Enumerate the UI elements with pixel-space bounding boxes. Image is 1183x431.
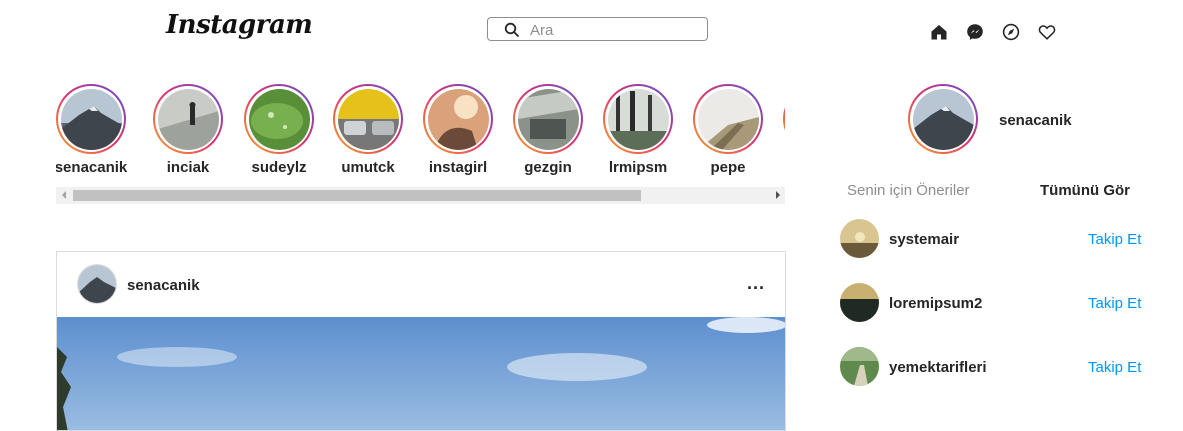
story-avatar xyxy=(517,88,579,150)
story-username: senacanik xyxy=(56,159,128,176)
post-header: senacanik ... xyxy=(57,252,785,317)
top-nav xyxy=(930,23,1056,41)
story-item[interactable]: gezgin xyxy=(503,84,593,176)
story-item-partial[interactable] xyxy=(773,84,785,154)
story-avatar xyxy=(337,88,399,150)
story-avatar xyxy=(60,88,122,150)
story-item[interactable]: umutck xyxy=(323,84,413,176)
story-avatar xyxy=(248,88,310,150)
current-user-avatar[interactable] xyxy=(908,84,978,154)
story-avatar xyxy=(427,88,489,150)
suggestions-title: Senin için Öneriler xyxy=(847,182,970,199)
story-username: gezgin xyxy=(524,159,572,176)
suggestion-avatar[interactable] xyxy=(840,283,879,322)
post-username[interactable]: senacanik xyxy=(127,277,200,294)
search-icon xyxy=(504,22,520,43)
see-all-link[interactable]: Tümünü Gör xyxy=(1040,182,1130,199)
scroll-left-arrow-icon[interactable] xyxy=(62,191,66,199)
story-username: umutck xyxy=(341,159,395,176)
suggestion-username[interactable]: yemektarifleri xyxy=(889,359,987,376)
post-image[interactable] xyxy=(57,317,785,430)
follow-button[interactable]: Takip Et xyxy=(1088,231,1141,248)
story-item[interactable]: pepe xyxy=(683,84,773,176)
stories-scrollbar[interactable] xyxy=(56,187,785,204)
messenger-icon[interactable] xyxy=(966,23,984,41)
suggestion-avatar[interactable] xyxy=(840,347,879,386)
explore-compass-icon[interactable] xyxy=(1002,23,1020,41)
suggestion-username[interactable]: loremipsum2 xyxy=(889,295,982,312)
heart-icon[interactable] xyxy=(1038,23,1056,41)
suggestion-username[interactable]: systemair xyxy=(889,231,959,248)
story-username: lrmipsm xyxy=(608,159,668,176)
home-icon[interactable] xyxy=(930,23,948,41)
suggestion-row: systemair Takip Et xyxy=(840,219,1142,259)
scrollbar-thumb[interactable] xyxy=(73,190,641,201)
story-username: inciak xyxy=(166,159,210,176)
story-avatar xyxy=(697,88,759,150)
story-avatar xyxy=(157,88,219,150)
story-item[interactable]: sudeylz xyxy=(234,84,324,176)
suggestion-row: loremipsum2 Takip Et xyxy=(840,283,1142,323)
search-input[interactable] xyxy=(528,20,702,40)
story-username: sudeylz xyxy=(251,159,307,176)
story-item[interactable]: instagirl xyxy=(413,84,503,176)
scroll-right-arrow-icon[interactable] xyxy=(776,191,780,199)
story-username: instagirl xyxy=(428,159,488,176)
follow-button[interactable]: Takip Et xyxy=(1088,295,1141,312)
story-username: pepe xyxy=(710,159,746,176)
story-item[interactable]: senacanik xyxy=(56,84,136,176)
follow-button[interactable]: Takip Et xyxy=(1088,359,1141,376)
story-avatar xyxy=(607,88,669,150)
post-avatar[interactable] xyxy=(77,264,117,304)
suggestion-avatar[interactable] xyxy=(840,219,879,258)
search-box[interactable] xyxy=(487,17,708,41)
story-item[interactable]: lrmipsm xyxy=(593,84,683,176)
suggestion-row: yemektarifleri Takip Et xyxy=(840,347,1142,387)
story-item[interactable]: inciak xyxy=(143,84,233,176)
stories-tray: senacanik inciak sudeylz umutck instagir… xyxy=(56,84,785,204)
instagram-logo[interactable]: Instagram xyxy=(166,10,313,40)
current-username[interactable]: senacanik xyxy=(999,112,1072,129)
feed-post: senacanik ... xyxy=(56,251,786,431)
more-options-icon[interactable]: ... xyxy=(747,273,765,294)
